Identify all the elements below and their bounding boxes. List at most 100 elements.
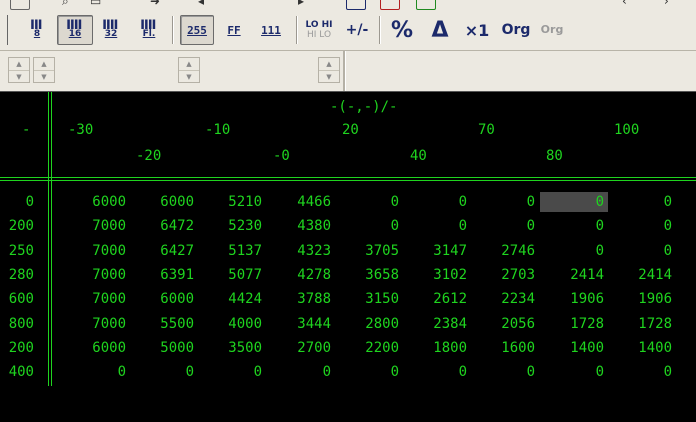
table-cell[interactable]: 1400 bbox=[544, 338, 604, 358]
table-cell[interactable]: 0 bbox=[612, 192, 672, 212]
sign-button[interactable]: +/- bbox=[342, 15, 372, 45]
table-cell[interactable]: 0 bbox=[544, 241, 604, 261]
row-header[interactable]: 600 bbox=[0, 289, 34, 309]
table-cell[interactable]: 4323 bbox=[271, 241, 331, 261]
table-cell[interactable]: 2056 bbox=[475, 314, 535, 334]
table-cell[interactable]: 2700 bbox=[271, 338, 331, 358]
table-cell[interactable]: 4278 bbox=[271, 265, 331, 285]
column-header[interactable]: 40 bbox=[410, 148, 427, 164]
original-compare-button[interactable]: Org bbox=[536, 15, 568, 45]
table-cell[interactable]: 0 bbox=[407, 216, 467, 236]
table-cell[interactable]: 0 bbox=[544, 216, 604, 236]
table-cell[interactable]: 0 bbox=[202, 362, 262, 382]
table-cell[interactable]: 4466 bbox=[271, 192, 331, 212]
table-cell[interactable]: 6472 bbox=[134, 216, 194, 236]
back-icon[interactable]: ◂ bbox=[198, 0, 204, 8]
table-cell[interactable]: 2612 bbox=[407, 289, 467, 309]
table-cell[interactable]: 2200 bbox=[339, 338, 399, 358]
table-cell[interactable]: 3444 bbox=[271, 314, 331, 334]
table-cell[interactable]: 5230 bbox=[202, 216, 262, 236]
table-cell[interactable]: 0 bbox=[612, 216, 672, 236]
row-header[interactable]: 800 bbox=[0, 314, 34, 334]
arrow-icon[interactable]: ➜ bbox=[150, 0, 160, 8]
table-cell[interactable]: 0 bbox=[612, 241, 672, 261]
table-cell[interactable]: 3788 bbox=[271, 289, 331, 309]
row-spinner[interactable]: ▲ ▼ bbox=[8, 57, 30, 83]
column-header[interactable]: -10 bbox=[205, 122, 230, 138]
table-cell[interactable]: 2414 bbox=[544, 265, 604, 285]
bits-8-button[interactable]: ▌▌▌ 8 bbox=[22, 15, 52, 45]
binary-format-button[interactable]: 111 bbox=[254, 15, 288, 45]
row-header[interactable]: 200 bbox=[0, 338, 34, 358]
table-cell[interactable]: 0 bbox=[66, 362, 126, 382]
table-cell[interactable]: 0 bbox=[407, 362, 467, 382]
forward-icon[interactable]: ▸ bbox=[298, 0, 304, 8]
table-cell[interactable]: 7000 bbox=[66, 289, 126, 309]
axis-spinner[interactable]: ▲ ▼ bbox=[318, 57, 340, 83]
table-cell[interactable]: 2703 bbox=[475, 265, 535, 285]
hex-format-button[interactable]: FF bbox=[220, 15, 248, 45]
row-header[interactable]: 0 bbox=[0, 192, 34, 212]
row-header[interactable]: 200 bbox=[0, 216, 34, 236]
folder-icon[interactable]: ▭ bbox=[90, 0, 101, 8]
nav-left-icon[interactable]: ‹ bbox=[622, 0, 627, 8]
table-cell[interactable]: 3150 bbox=[339, 289, 399, 309]
table-cell[interactable]: 1906 bbox=[612, 289, 672, 309]
table-cell[interactable]: 6000 bbox=[66, 338, 126, 358]
table-cell[interactable]: 6000 bbox=[66, 192, 126, 212]
col-spinner[interactable]: ▲ ▼ bbox=[33, 57, 55, 83]
table-cell[interactable]: 3658 bbox=[339, 265, 399, 285]
byte-order-button[interactable]: LO HI HI LO bbox=[303, 15, 335, 45]
table-cell[interactable]: 0 bbox=[475, 362, 535, 382]
table-cell[interactable]: 3500 bbox=[202, 338, 262, 358]
percent-button[interactable]: % bbox=[386, 15, 418, 45]
table-cell[interactable]: 7000 bbox=[66, 314, 126, 334]
nav-right-icon[interactable]: › bbox=[664, 0, 669, 8]
table-cell[interactable]: 5077 bbox=[202, 265, 262, 285]
table-cell[interactable]: 0 bbox=[612, 362, 672, 382]
table-cell[interactable]: 3102 bbox=[407, 265, 467, 285]
table-cell[interactable]: 5210 bbox=[202, 192, 262, 212]
table-cell[interactable]: 4424 bbox=[202, 289, 262, 309]
value-spinner[interactable]: ▲ ▼ bbox=[178, 57, 200, 83]
view-icon[interactable] bbox=[346, 0, 366, 10]
table-cell[interactable]: 5500 bbox=[134, 314, 194, 334]
table-cell[interactable]: 6000 bbox=[134, 289, 194, 309]
table-cell[interactable]: 2234 bbox=[475, 289, 535, 309]
table-cell[interactable]: 1800 bbox=[407, 338, 467, 358]
table-cell[interactable]: 6391 bbox=[134, 265, 194, 285]
table-cell[interactable]: 0 bbox=[339, 216, 399, 236]
original-button[interactable]: Org bbox=[498, 15, 534, 45]
table-cell[interactable]: 0 bbox=[134, 362, 194, 382]
table-cell[interactable]: 2414 bbox=[612, 265, 672, 285]
table-cell[interactable]: 5137 bbox=[202, 241, 262, 261]
row-header[interactable]: 400 bbox=[0, 362, 34, 382]
decimal-format-button[interactable]: 255 bbox=[180, 15, 214, 45]
bits-32-button[interactable]: ▌▌▌▌ 32 bbox=[96, 15, 126, 45]
bits-float-button[interactable]: ▌▌▌▌ Fl. bbox=[134, 15, 164, 45]
table-cell[interactable]: 7000 bbox=[66, 265, 126, 285]
table-cell[interactable]: 1728 bbox=[544, 314, 604, 334]
table-cell[interactable]: 0 bbox=[475, 216, 535, 236]
table-cell[interactable]: 0 bbox=[407, 192, 467, 212]
table-cell[interactable]: 3147 bbox=[407, 241, 467, 261]
column-header[interactable]: -20 bbox=[136, 148, 161, 164]
table-cell[interactable]: 1600 bbox=[475, 338, 535, 358]
column-header[interactable]: -30 bbox=[68, 122, 93, 138]
delta-button[interactable]: Δ bbox=[424, 15, 456, 45]
table-cell[interactable]: 6000 bbox=[134, 192, 194, 212]
column-header[interactable]: -0 bbox=[273, 148, 290, 164]
table-cell[interactable]: 0 bbox=[339, 362, 399, 382]
column-header[interactable]: 100 bbox=[614, 122, 639, 138]
table-cell[interactable]: 6427 bbox=[134, 241, 194, 261]
table-cell[interactable]: 2800 bbox=[339, 314, 399, 334]
table-cell[interactable]: 0 bbox=[540, 192, 608, 212]
table-cell[interactable]: 0 bbox=[339, 192, 399, 212]
green-view-icon[interactable] bbox=[416, 0, 436, 10]
search-icon[interactable]: ⌕ bbox=[62, 0, 69, 9]
table-cell[interactable]: 1728 bbox=[612, 314, 672, 334]
table-cell[interactable]: 0 bbox=[271, 362, 331, 382]
table-cell[interactable]: 4000 bbox=[202, 314, 262, 334]
column-header[interactable]: 70 bbox=[478, 122, 495, 138]
row-header[interactable]: 250 bbox=[0, 241, 34, 261]
